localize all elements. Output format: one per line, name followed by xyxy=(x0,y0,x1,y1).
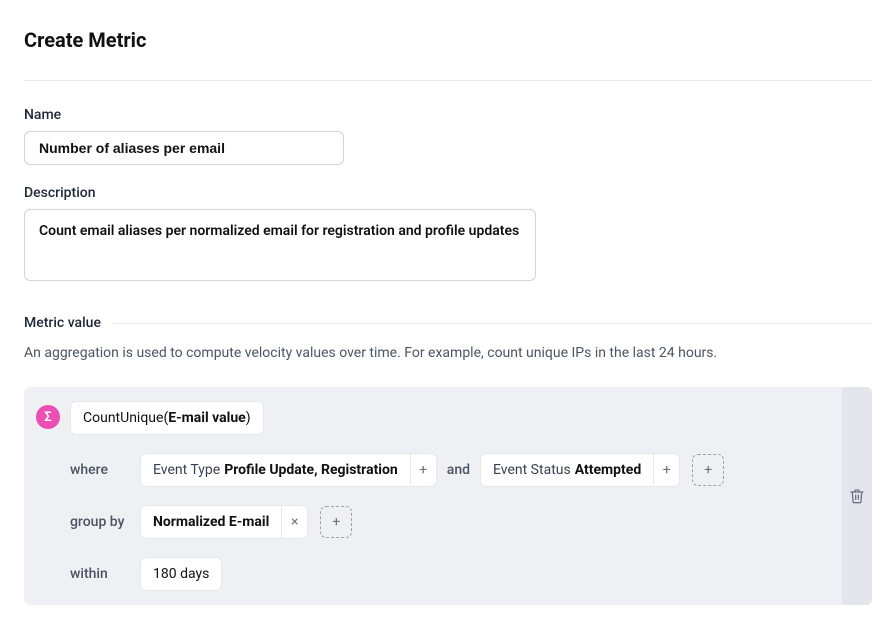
group-by-item-0: Normalized E-mail xyxy=(153,514,269,530)
title-divider xyxy=(24,80,872,81)
metric-value-helper-text: An aggregation is used to compute veloci… xyxy=(24,345,872,361)
section-divider xyxy=(113,323,872,324)
add-where-condition-button[interactable]: + xyxy=(692,454,724,486)
aggregation-field: E-mail value xyxy=(168,410,246,426)
sigma-icon: Σ xyxy=(36,405,60,429)
within-clause-row: within 180 days xyxy=(70,557,828,591)
where-condition-1-add-button[interactable]: + xyxy=(653,454,679,486)
and-operator: and xyxy=(447,462,470,478)
where-value-1: Attempted xyxy=(575,462,642,478)
where-attr-0: Event Type xyxy=(153,462,220,478)
aggregation-func: CountUnique xyxy=(83,410,163,426)
where-clause-row: where Event Type Profile Update, Registr… xyxy=(70,453,828,487)
within-value-chip[interactable]: 180 days xyxy=(140,557,222,591)
description-field-group: Description xyxy=(24,185,872,285)
metric-value-section-header: Metric value xyxy=(24,315,872,331)
description-label: Description xyxy=(24,185,872,201)
where-attr-1: Event Status xyxy=(493,462,571,478)
group-by-remove-0-button[interactable]: × xyxy=(281,506,307,538)
metric-body: Σ CountUnique(E-mail value) where Event … xyxy=(24,387,842,605)
group-by-clause-row: group by Normalized E-mail × + xyxy=(70,505,828,539)
add-group-by-button[interactable]: + xyxy=(320,506,352,538)
delete-metric-button[interactable] xyxy=(842,387,872,605)
metric-value-label: Metric value xyxy=(24,315,113,331)
trash-icon xyxy=(849,488,865,504)
within-label: within xyxy=(70,566,140,582)
description-textarea[interactable] xyxy=(24,209,536,281)
page-title: Create Metric xyxy=(24,28,872,52)
where-label: where xyxy=(70,462,140,478)
group-by-label: group by xyxy=(70,514,140,530)
name-label: Name xyxy=(24,107,872,123)
metric-panel: Σ CountUnique(E-mail value) where Event … xyxy=(24,387,872,605)
where-condition-0-add-button[interactable]: + xyxy=(410,454,436,486)
name-field-group: Name xyxy=(24,107,872,165)
aggregation-chip[interactable]: CountUnique(E-mail value) xyxy=(70,401,264,435)
group-by-chip-0[interactable]: Normalized E-mail × xyxy=(140,505,308,539)
where-value-0: Profile Update, Registration xyxy=(224,462,398,478)
where-condition-chip-1[interactable]: Event Status Attempted + xyxy=(480,453,680,487)
where-condition-chip-0[interactable]: Event Type Profile Update, Registration … xyxy=(140,453,437,487)
name-input[interactable] xyxy=(24,131,344,165)
